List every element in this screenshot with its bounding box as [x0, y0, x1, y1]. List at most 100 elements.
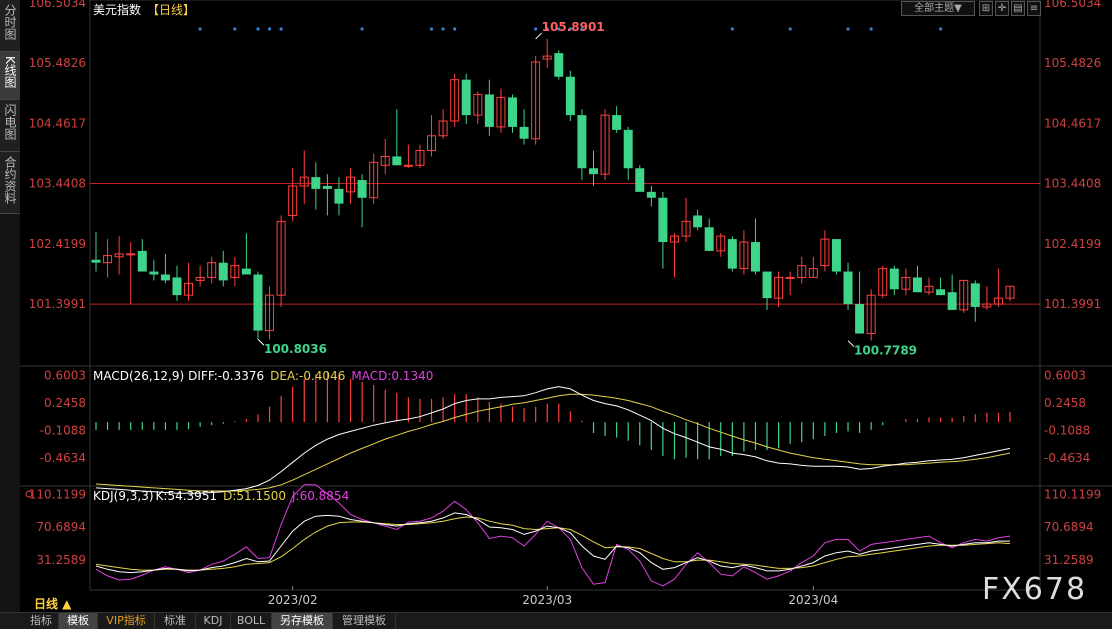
menu-icon[interactable]: ≡	[1027, 1, 1041, 16]
candle-body	[126, 253, 136, 256]
macd-y-tick-right: 0.6003	[1044, 369, 1086, 383]
tab-indicator[interactable]: 指标	[24, 613, 59, 629]
signal-dot	[198, 27, 202, 31]
theme-dropdown[interactable]: 全部主题▼	[901, 1, 975, 16]
macd-legend-macd: MACD:0.1340	[351, 369, 433, 383]
kdj-legend-k: K:54.3951	[156, 489, 218, 503]
tab-manage-template[interactable]: 管理模板	[333, 613, 396, 629]
y-tick-label-left: 102.4199	[29, 237, 86, 251]
x-tick-label: 2023/02	[268, 593, 318, 607]
tab-template[interactable]: 模板	[59, 613, 98, 629]
macd-title: MACD(26,12,9)	[93, 369, 184, 383]
candle-body	[889, 268, 899, 290]
x-tick-label: 2023/03	[522, 593, 572, 607]
candle-body	[334, 188, 344, 204]
candle-body	[554, 53, 564, 77]
y-tick-label-right: 101.3991	[1044, 297, 1101, 311]
candle-body	[137, 250, 147, 272]
y-tick-label-left: 105.4826	[29, 56, 86, 70]
candle-body	[623, 129, 633, 169]
tab-vip-indicator[interactable]: VIP指标	[98, 613, 155, 629]
candle-body	[172, 277, 182, 296]
candle-body	[357, 180, 367, 198]
kdj-legend-j: J:60.8854	[291, 489, 349, 503]
candle-body	[91, 259, 101, 263]
macd-y-tick-left: -0.1088	[40, 424, 86, 438]
signal-dot	[730, 27, 734, 31]
candle-body	[785, 276, 795, 279]
kdj-title: KDJ(9,3,3)	[93, 489, 154, 503]
candle-body	[565, 76, 575, 116]
candle-body	[970, 283, 980, 307]
candle-body	[484, 94, 494, 127]
y-tick-label-right: 104.4617	[1044, 116, 1101, 130]
kdj-y-tick-right: 110.1199	[1044, 488, 1101, 502]
macd-y-tick-right: 0.2458	[1044, 396, 1086, 410]
tab-kdj[interactable]: KDJ	[196, 613, 231, 629]
candle-body	[149, 271, 159, 275]
macd-y-tick-left: -0.4634	[40, 451, 86, 465]
candle-body	[160, 274, 170, 281]
candle-body	[635, 168, 645, 192]
tab-save-template[interactable]: 另存模板	[272, 613, 333, 629]
candle-body	[912, 277, 922, 293]
macd-y-tick-left: 0.6003	[44, 369, 86, 383]
y-tick-label-left: 103.4408	[29, 177, 86, 191]
candle-body	[727, 239, 737, 269]
stack-icon[interactable]: ▤	[1011, 1, 1025, 16]
signal-dot	[233, 27, 237, 31]
macd-legend-dea: DEA:-0.4046	[270, 369, 345, 383]
period-selector[interactable]: 日线 ▲	[34, 595, 71, 612]
signal-dot	[279, 27, 283, 31]
candle-body	[831, 239, 841, 272]
price-annotation: 100.8036	[264, 342, 327, 356]
macd-diff-line	[95, 386, 1011, 494]
y-tick-label-right: 106.5034	[1044, 0, 1101, 10]
candle-body	[218, 262, 228, 281]
chart-title: 美元指数	[93, 2, 141, 17]
chart-workspace: 分时图 K线图 闪电图 合约资料 106.5034 106.5034 105.482…	[0, 0, 1112, 629]
tab-standard[interactable]: 标准	[155, 613, 196, 629]
macd-panel-frame	[89, 365, 1041, 487]
grid-icon[interactable]: ⊞	[979, 1, 993, 16]
macd-y-tick-left: 0.2458	[44, 396, 86, 410]
candle-body	[936, 289, 946, 296]
candle-body	[947, 292, 957, 310]
candle-body	[322, 185, 332, 189]
price-annotation: 105.8901	[542, 20, 605, 34]
candle-body	[750, 242, 760, 272]
candle-body	[519, 126, 529, 139]
candle-body	[311, 177, 321, 189]
candle-body	[241, 268, 251, 275]
macd-y-tick-right: -0.4634	[1044, 451, 1090, 465]
signal-dot	[360, 27, 364, 31]
price-annotation: 100.7789	[854, 344, 917, 358]
signal-dot	[846, 27, 850, 31]
macd-dea-line	[95, 393, 1011, 492]
signal-dot	[441, 27, 445, 31]
bottom-toolbar: 指标 模板 VIP指标 标准 KDJ BOLL 另存模板 管理模板	[0, 612, 1112, 629]
y-tick-label-left: 104.4617	[29, 116, 86, 130]
candle-body	[855, 304, 865, 334]
signal-dot	[267, 27, 272, 31]
y-tick-label-right: 105.4826	[1044, 56, 1101, 70]
kdj-y-tick-right: 31.2589	[1044, 553, 1094, 567]
kdj-y-tick-right: 70.6894	[1044, 520, 1094, 534]
kdj-y-tick-left: 31.2589	[36, 553, 86, 567]
candle-body	[612, 115, 622, 130]
candle-body	[577, 115, 587, 169]
chart-svg: 106.5034 106.5034 105.4826 105.4826 104.4617…	[20, 0, 1112, 607]
tab-boll[interactable]: BOLL	[231, 613, 272, 629]
signal-dot	[453, 27, 457, 31]
macd-legend-diff: DIFF:-0.3376	[188, 369, 264, 383]
candle-body	[658, 197, 668, 243]
x-tick-label: 2023/04	[788, 593, 838, 607]
candle-body	[253, 274, 263, 331]
candle-body	[588, 168, 598, 175]
candle-body	[461, 79, 471, 116]
crosshair-icon[interactable]: ✛	[995, 1, 1009, 16]
candle-body	[646, 191, 656, 198]
signal-dot	[429, 27, 434, 31]
signal-dot	[256, 27, 260, 31]
chart-period-tag: 【日线】	[147, 3, 195, 17]
